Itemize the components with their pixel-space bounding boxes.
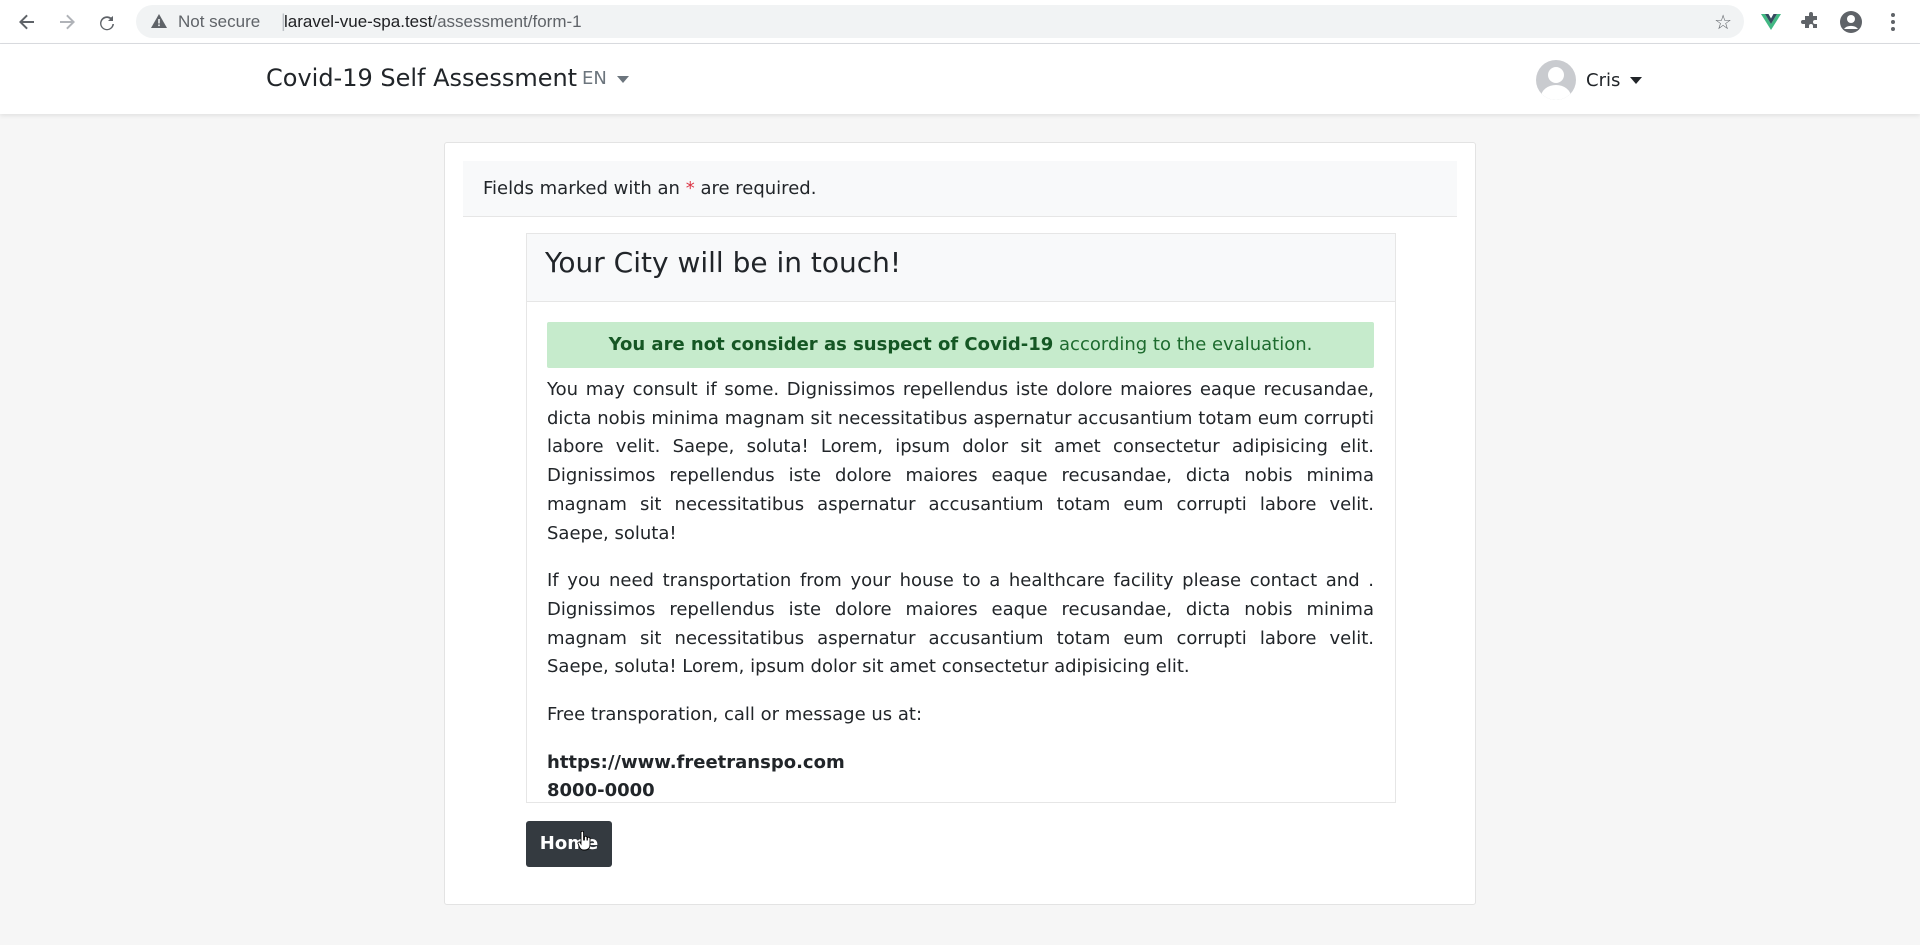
contact-url: https://www.freetranspo.com	[547, 751, 845, 773]
result-panel: Your City will be in touch! You are not …	[526, 233, 1396, 803]
brand-title[interactable]: Covid-19 Self Assessment	[266, 64, 577, 92]
result-title: Your City will be in touch!	[527, 234, 1395, 302]
reload-icon[interactable]	[93, 8, 121, 36]
required-asterisk: *	[685, 178, 695, 199]
free-transport-paragraph: Free transporation, call or message us a…	[547, 704, 923, 726]
url-text: laravel-vue-spa.test/assessment/form-1	[284, 12, 582, 32]
profile-icon[interactable]	[1838, 9, 1864, 35]
alert-text: according to the evaluation.	[1059, 334, 1313, 355]
extensions-puzzle-icon[interactable]	[1798, 9, 1824, 35]
home-button[interactable]: Home	[526, 821, 612, 867]
bookmark-star-icon[interactable]: ☆	[1714, 10, 1732, 35]
contact-phone: 8000-0000	[547, 780, 655, 802]
app-navbar: Covid-19 Self Assessment EN Cris	[0, 44, 1920, 114]
alert-strong-text: You are not consider as suspect of Covid…	[608, 334, 1054, 355]
warning-icon	[151, 14, 167, 28]
consult-paragraph: You may consult if some. Dignissimos rep…	[547, 379, 1374, 544]
chevron-down-icon	[616, 75, 629, 83]
url-host: laravel-vue-spa.test	[284, 12, 433, 31]
browser-menu-icon[interactable]	[1880, 9, 1906, 35]
chevron-down-icon	[1630, 76, 1643, 84]
forward-arrow-icon[interactable]	[53, 8, 81, 36]
result-body: You may consult if some. Dignissimos rep…	[547, 376, 1374, 806]
vue-devtools-icon[interactable]	[1758, 9, 1784, 35]
required-notice: Fields marked with an * are required.	[463, 161, 1457, 217]
user-menu[interactable]: Cris	[1536, 60, 1643, 100]
required-prefix: Fields marked with an	[483, 178, 680, 199]
url-path: /assessment/form-1	[432, 12, 582, 31]
browser-toolbar: Not secure | laravel-vue-spa.test/assess…	[0, 0, 1920, 44]
evaluation-alert: You are not consider as suspect of Covid…	[547, 322, 1374, 368]
hand-cursor-icon	[577, 831, 591, 851]
user-name: Cris	[1586, 69, 1621, 91]
language-dropdown[interactable]: EN	[582, 68, 629, 89]
assessment-card: Fields marked with an * are required. Yo…	[444, 142, 1476, 905]
transport-paragraph: If you need transportation from your hou…	[547, 570, 1374, 678]
language-label: EN	[582, 68, 607, 89]
avatar	[1536, 60, 1576, 100]
address-bar[interactable]: Not secure | laravel-vue-spa.test/assess…	[136, 5, 1744, 38]
back-arrow-icon[interactable]	[13, 8, 41, 36]
security-label: Not secure	[178, 12, 261, 31]
required-suffix: are required.	[700, 178, 817, 199]
